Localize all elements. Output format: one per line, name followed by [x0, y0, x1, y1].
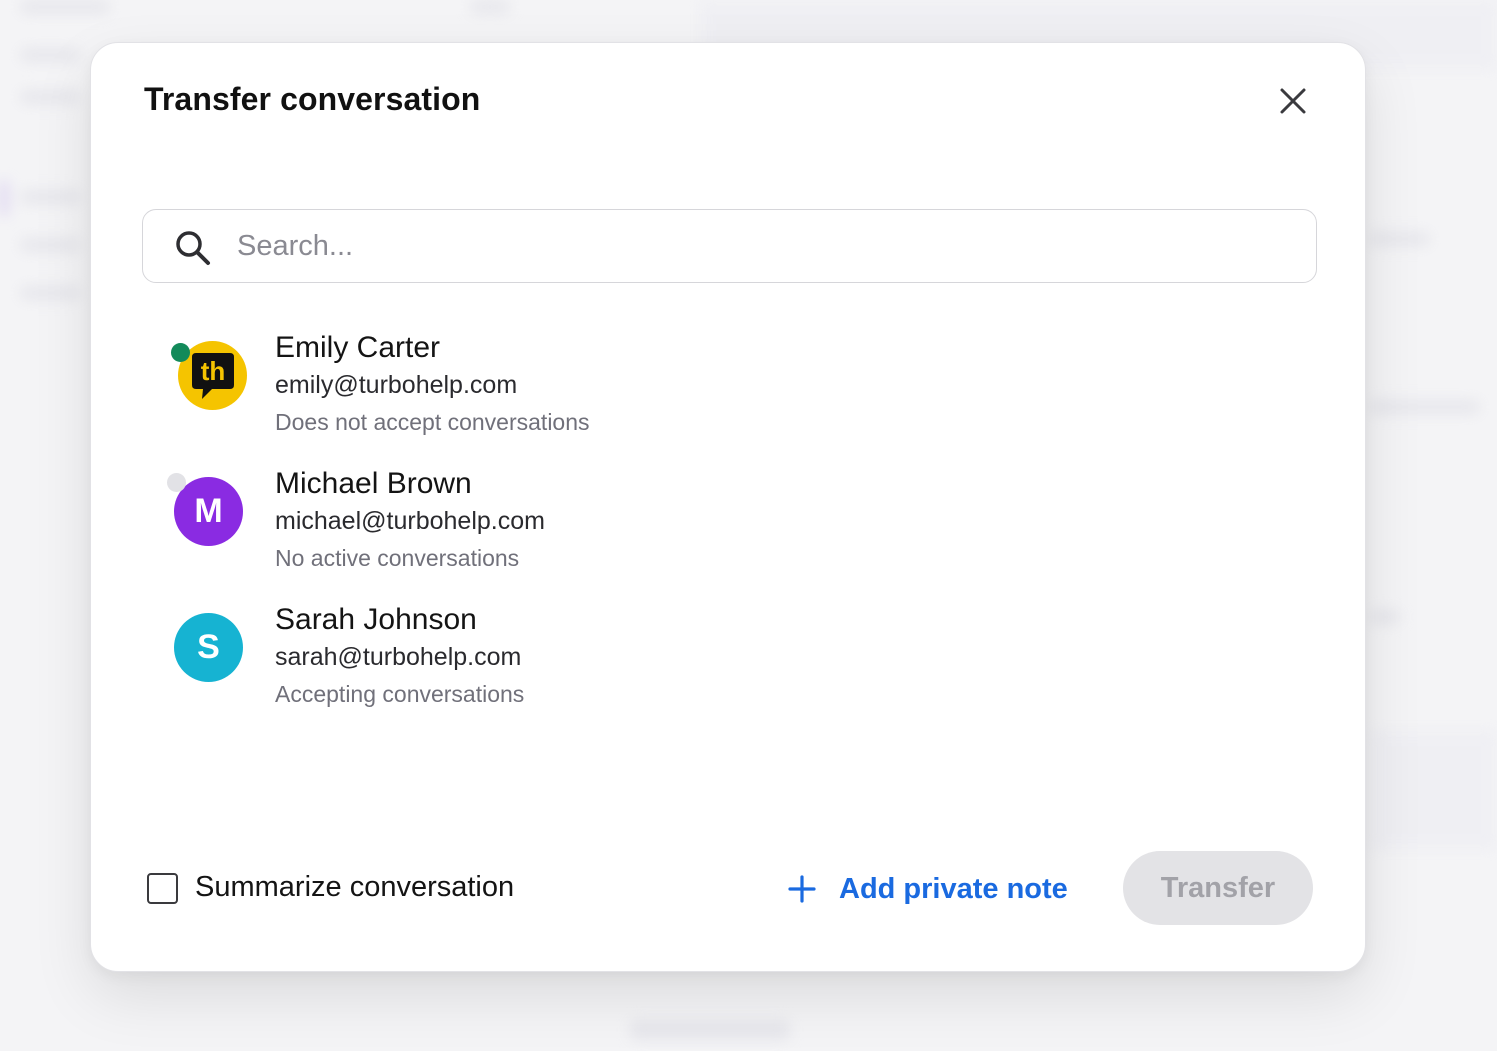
plus-icon [788, 875, 816, 903]
summarize-checkbox[interactable] [147, 873, 178, 904]
search-icon [176, 231, 210, 265]
search-input[interactable] [237, 224, 1287, 268]
agent-item-emily-carter[interactable]: th Emily Carter emily@turbohelp.com Does… [171, 323, 1271, 443]
dialog-title: Transfer conversation [144, 81, 481, 117]
agent-item-sarah-johnson[interactable]: S Sarah Johnson sarah@turbohelp.com Acce… [171, 595, 1271, 715]
close-icon [1280, 88, 1306, 114]
avatar: S [174, 613, 243, 682]
agent-status: No active conversations [275, 545, 520, 571]
agent-name: Sarah Johnson [275, 603, 477, 636]
close-button[interactable] [1273, 81, 1313, 121]
agent-email: emily@turbohelp.com [275, 371, 518, 399]
turbohelp-logo-icon: th [191, 352, 234, 399]
search-field[interactable] [142, 209, 1317, 283]
agent-email: michael@turbohelp.com [275, 507, 545, 535]
transfer-button[interactable]: Transfer [1123, 851, 1313, 925]
add-private-note-label: Add private note [839, 872, 1068, 905]
agent-name: Michael Brown [275, 467, 472, 500]
avatar-logo-text: th [200, 356, 225, 386]
presence-indicator [171, 343, 190, 362]
presence-indicator [167, 473, 186, 492]
agent-email: sarah@turbohelp.com [275, 643, 522, 671]
agent-status: Accepting conversations [275, 681, 525, 707]
avatar-initial: S [197, 628, 220, 666]
agent-name: Emily Carter [275, 331, 441, 364]
summarize-label[interactable]: Summarize conversation [195, 871, 514, 904]
agent-status: Does not accept conversations [275, 409, 590, 435]
avatar-initial: M [194, 492, 223, 530]
transfer-dialog: Transfer conversation th Emily Carter em… [90, 42, 1366, 972]
agent-item-michael-brown[interactable]: M Michael Brown michael@turbohelp.com No… [167, 459, 1271, 579]
add-private-note-button[interactable]: Add private note [787, 869, 1068, 909]
